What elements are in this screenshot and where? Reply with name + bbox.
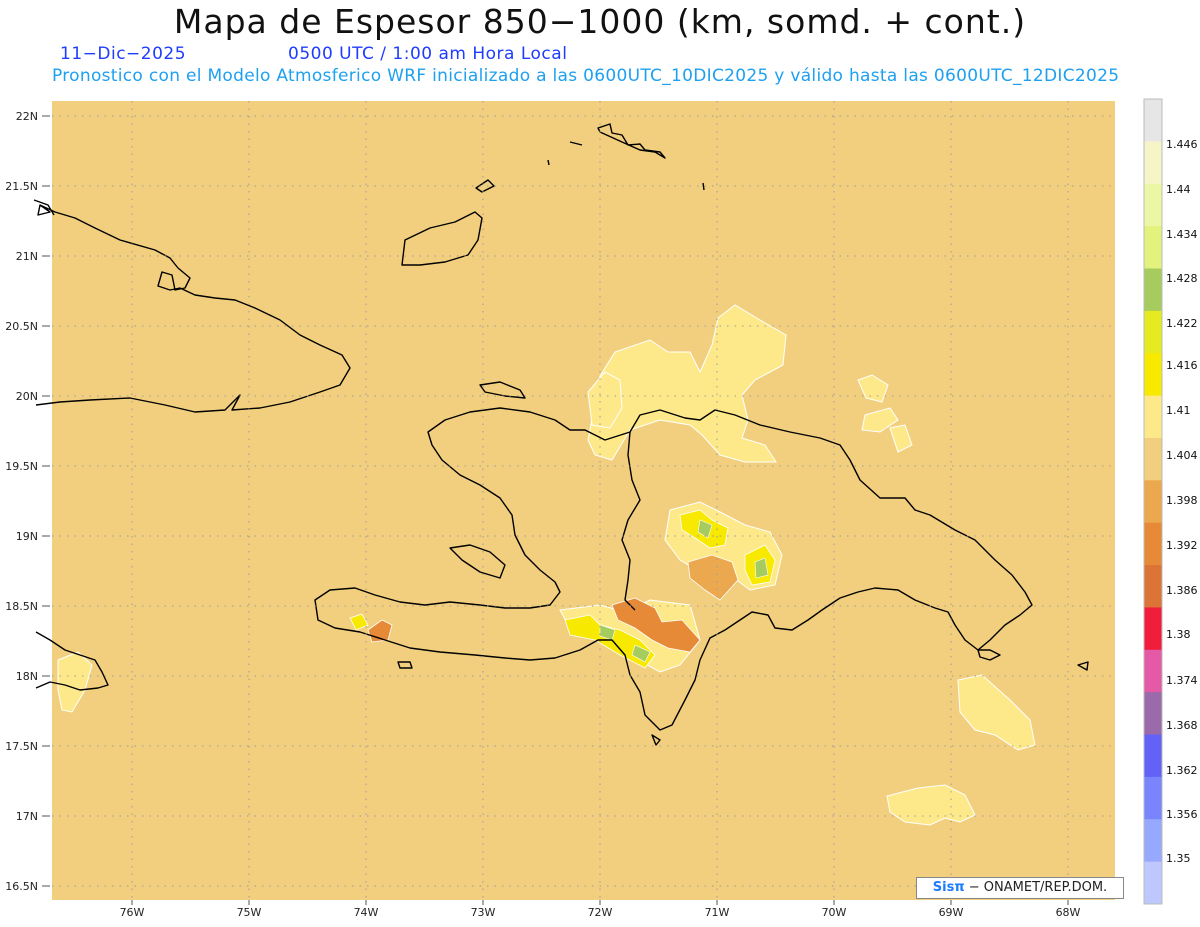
lon-label: 76W (120, 906, 145, 919)
org-label: − ONAMET/REP.DOM. (968, 880, 1108, 895)
colorbar-labels: 1.446 1.44 1.434 1.428 1.422 1.416 1.41 … (1166, 138, 1198, 865)
lon-ticks (131, 900, 1069, 905)
lat-label: 17N (16, 810, 38, 823)
colorbar-band (1144, 480, 1162, 524)
isla-small-1 (702, 182, 705, 191)
lon-label: 73W (471, 906, 496, 919)
colorbar-label: 1.392 (1166, 539, 1198, 552)
lat-label: 19N (16, 530, 38, 543)
colorbar-band (1144, 692, 1162, 736)
lon-labels: 76W 75W 74W 73W 72W 71W 70W 69W 68W (120, 906, 1081, 919)
lat-label: 18.5N (5, 600, 38, 613)
colorbar-label: 1.434 (1166, 228, 1198, 241)
lon-label: 69W (939, 906, 964, 919)
colorbar-band (1144, 310, 1162, 354)
map-field (52, 101, 1115, 900)
colorbar-band (1144, 183, 1162, 227)
colorbar-band (1144, 734, 1162, 778)
brand-label: Sisπ (932, 880, 965, 895)
colorbar-band (1144, 861, 1162, 905)
isla-bahamas-4 (547, 159, 550, 166)
lat-label: 20.5N (5, 320, 38, 333)
lon-label: 70W (822, 906, 847, 919)
lat-label: 18N (16, 670, 38, 683)
colorbar-label: 1.44 (1166, 183, 1191, 196)
lat-ticks (42, 115, 50, 887)
lon-label: 68W (1056, 906, 1081, 919)
colorbar-label: 1.356 (1166, 808, 1198, 821)
lon-label: 71W (705, 906, 730, 919)
lat-label: 21.5N (5, 180, 38, 193)
colorbar-band (1144, 565, 1162, 608)
colorbar-label: 1.41 (1166, 404, 1191, 417)
colorbar-band (1144, 437, 1162, 481)
colorbar-label: 1.368 (1166, 719, 1198, 732)
colorbar-label: 1.446 (1166, 138, 1198, 151)
colorbar-label: 1.38 (1166, 628, 1191, 641)
colorbar-label: 1.398 (1166, 494, 1198, 507)
lat-label: 22N (16, 110, 38, 123)
colorbar-label: 1.362 (1166, 764, 1198, 777)
colorbar (1143, 98, 1163, 905)
lat-label: 20N (16, 390, 38, 403)
colorbar-label: 1.404 (1166, 449, 1198, 462)
colorbar-band (1144, 99, 1162, 142)
colorbar-label: 1.416 (1166, 359, 1198, 372)
colorbar-band (1144, 607, 1162, 651)
colorbar-band (1144, 226, 1162, 269)
colorbar-label: 1.428 (1166, 272, 1198, 285)
colorbar-label: 1.422 (1166, 317, 1198, 330)
colorbar-band (1144, 776, 1162, 820)
lat-labels: 22N 21.5N 21N 20.5N 20N 19.5N 19N 18.5N … (5, 110, 38, 893)
colorbar-band (1144, 141, 1162, 185)
colorbar-label: 1.35 (1166, 852, 1191, 865)
lat-label: 16.5N (5, 880, 38, 893)
colorbar-band (1144, 649, 1162, 693)
colorbar-band (1144, 819, 1162, 863)
colorbar-band (1144, 268, 1162, 312)
lat-label: 17.5N (5, 740, 38, 753)
colorbar-band (1144, 395, 1162, 439)
lat-label: 19.5N (5, 460, 38, 473)
colorbar-band (1144, 353, 1162, 397)
map-figure: 22N 21.5N 21N 20.5N 20N 19.5N 19N 18.5N … (5, 98, 1198, 919)
lon-label: 75W (237, 906, 262, 919)
credit-box: Sisπ − ONAMET/REP.DOM. (916, 877, 1124, 899)
lon-label: 74W (354, 906, 379, 919)
colorbar-label: 1.374 (1166, 674, 1198, 687)
colorbar-band (1144, 522, 1162, 566)
lon-label: 72W (588, 906, 613, 919)
colorbar-label: 1.386 (1166, 584, 1198, 597)
lat-label: 21N (16, 250, 38, 263)
